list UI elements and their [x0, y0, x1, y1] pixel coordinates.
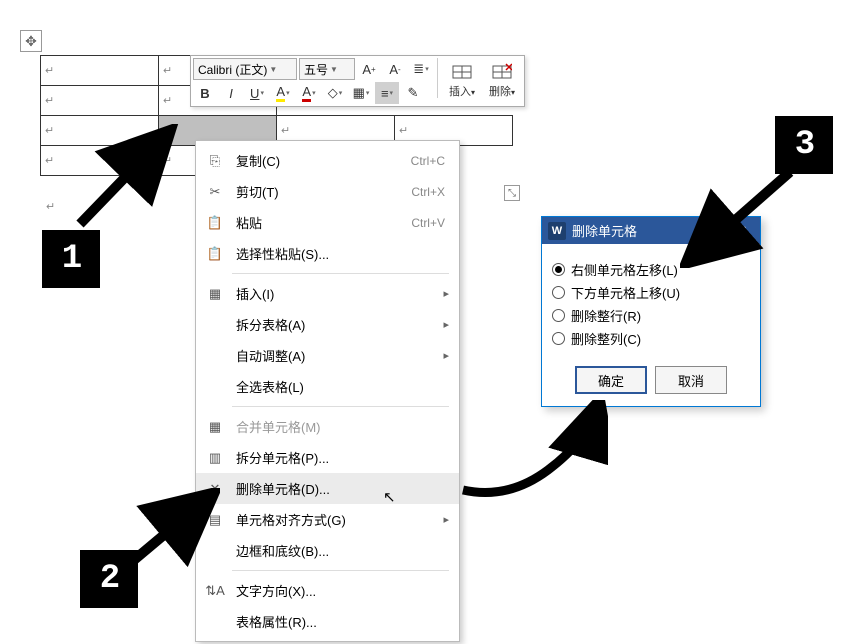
- arrow-1: [70, 124, 180, 234]
- menu-table-properties[interactable]: 表格属性(R)...: [196, 606, 459, 637]
- shrink-font-icon[interactable]: A-: [383, 58, 407, 80]
- app-icon: W: [548, 222, 566, 240]
- menu-borders-shading[interactable]: 边框和底纹(B)...: [196, 535, 459, 566]
- menu-paste-special[interactable]: 📋选择性粘贴(S)...: [196, 238, 459, 269]
- highlight-icon[interactable]: A▾: [271, 82, 295, 104]
- grid-icon: ▦: [206, 285, 224, 303]
- arrow-curve: [458, 400, 608, 510]
- font-name-select[interactable]: Calibri (正文)▼: [193, 58, 297, 80]
- step-badge-1: 1: [42, 230, 100, 288]
- radio-icon: [552, 286, 565, 299]
- menu-merge-cells: ▦合并单元格(M): [196, 411, 459, 442]
- mini-toolbar: Calibri (正文)▼ 五号▼ A+ A- ≣▾ B I U▾ A▾ A▾ …: [190, 55, 525, 107]
- copy-icon: ⎘: [206, 152, 224, 170]
- radio-delete-row[interactable]: 删除整行(R): [552, 306, 750, 325]
- menu-insert[interactable]: ▦插入(I): [196, 278, 459, 309]
- menu-delete-cells[interactable]: ✕删除单元格(D)...: [196, 473, 459, 504]
- cut-icon: ✂: [206, 183, 224, 201]
- menu-copy[interactable]: ⎘复制(C)Ctrl+C: [196, 145, 459, 176]
- menu-paste[interactable]: 📋粘贴Ctrl+V: [196, 207, 459, 238]
- shading-icon[interactable]: ◇▾: [323, 82, 347, 104]
- context-menu: ⎘复制(C)Ctrl+C ✂剪切(T)Ctrl+X 📋粘贴Ctrl+V 📋选择性…: [195, 140, 460, 642]
- grow-font-icon[interactable]: A+: [357, 58, 381, 80]
- font-color-icon[interactable]: A▾: [297, 82, 321, 104]
- radio-icon: [552, 263, 565, 276]
- table-resize-handle[interactable]: ⤡: [504, 185, 520, 201]
- format-painter-icon[interactable]: ✎: [401, 82, 425, 104]
- arrow-2: [130, 488, 220, 568]
- dialog-title: 删除单元格: [572, 221, 637, 240]
- menu-cut[interactable]: ✂剪切(T)Ctrl+X: [196, 176, 459, 207]
- bold-icon[interactable]: B: [193, 82, 217, 104]
- table-cell[interactable]: ↵: [41, 56, 159, 86]
- step-badge-2: 2: [80, 550, 138, 608]
- radio-delete-col[interactable]: 删除整列(C): [552, 329, 750, 348]
- menu-auto-fit[interactable]: 自动调整(A): [196, 340, 459, 371]
- arrow-3: [680, 168, 800, 268]
- paste-icon: 📋: [206, 214, 224, 232]
- separator: [232, 406, 449, 407]
- ok-button[interactable]: 确定: [575, 366, 647, 394]
- font-size-select[interactable]: 五号▼: [299, 58, 355, 80]
- menu-split-table[interactable]: 拆分表格(A): [196, 309, 459, 340]
- border-icon[interactable]: ▦▾: [349, 82, 373, 104]
- radio-shift-up[interactable]: 下方单元格上移(U): [552, 283, 750, 302]
- table-cell[interactable]: ↵: [41, 86, 159, 116]
- mouse-cursor-icon: ↖: [383, 488, 396, 506]
- step-badge-3: 3: [775, 116, 833, 174]
- underline-icon[interactable]: U▾: [245, 82, 269, 104]
- italic-icon[interactable]: I: [219, 82, 243, 104]
- separator: [232, 570, 449, 571]
- radio-icon: [552, 332, 565, 345]
- paragraph-mark: ↵: [46, 200, 55, 213]
- paste-special-icon: 📋: [206, 245, 224, 263]
- table-move-handle[interactable]: [20, 30, 42, 52]
- split-icon: ▥: [206, 449, 224, 467]
- menu-split-cells[interactable]: ▥拆分单元格(P)...: [196, 442, 459, 473]
- cancel-button[interactable]: 取消: [655, 366, 727, 394]
- insert-menu[interactable]: 插入▾: [442, 58, 482, 104]
- text-direction-icon: ⇅A: [206, 582, 224, 600]
- menu-cell-alignment[interactable]: ▤单元格对齐方式(G): [196, 504, 459, 535]
- menu-text-direction[interactable]: ⇅A文字方向(X)...: [196, 575, 459, 606]
- line-spacing-icon[interactable]: ≣▾: [409, 58, 433, 80]
- delete-menu[interactable]: 删除▾: [482, 58, 522, 104]
- radio-icon: [552, 309, 565, 322]
- separator: [232, 273, 449, 274]
- menu-select-all-table[interactable]: 全选表格(L): [196, 371, 459, 402]
- align-icon[interactable]: ≡▾: [375, 82, 399, 104]
- merge-icon: ▦: [206, 418, 224, 436]
